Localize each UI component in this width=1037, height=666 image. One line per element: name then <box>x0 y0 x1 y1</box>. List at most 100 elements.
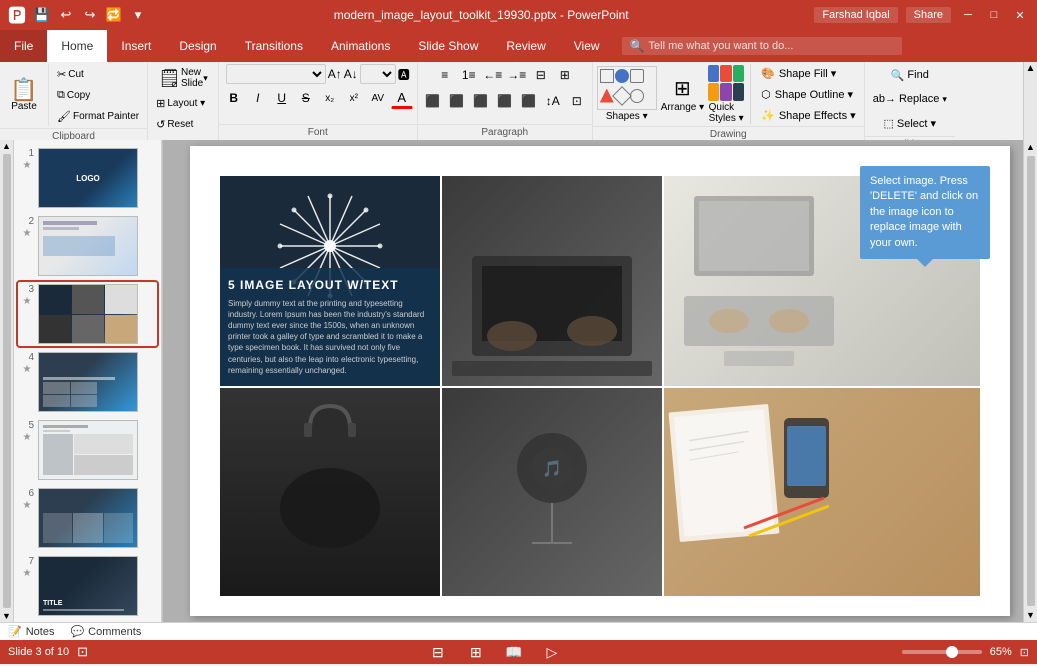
shape-fill-button[interactable]: 🎨 Shape Fill ▾ <box>757 65 860 82</box>
qat-dropdown[interactable]: ▾ <box>128 5 148 25</box>
shapes-panel[interactable] <box>597 66 657 110</box>
redo-btn[interactable]: ↪ <box>80 5 100 25</box>
font-size-select[interactable] <box>360 64 396 84</box>
paste-button[interactable]: 📋 Paste <box>4 76 44 115</box>
justify-btn[interactable]: ⬛ <box>494 90 516 112</box>
superscript-button[interactable]: x² <box>343 87 365 109</box>
slide-thumb-2[interactable]: 2 ★ <box>18 214 157 278</box>
slides-scrollbar[interactable]: ▲ ▼ <box>0 140 14 622</box>
slide-thumb-3[interactable]: 3 ★ <box>18 282 157 346</box>
shapes-label[interactable]: Shapes ▾ <box>606 111 648 122</box>
tab-slideshow[interactable]: Slide Show <box>404 30 492 62</box>
decrease-font-btn[interactable]: A↓ <box>344 67 358 81</box>
align-right-btn[interactable]: ⬛ <box>470 90 492 112</box>
canvas-scrollbar-v[interactable]: ▲ ▼ <box>1023 140 1037 622</box>
copy-button[interactable]: ⧉Copy <box>53 85 143 105</box>
slide-canvas[interactable]: Select image. Press 'DELETE' and click o… <box>190 146 1010 616</box>
font-family-select[interactable] <box>226 64 326 84</box>
cut-button[interactable]: ✂Cut <box>53 64 143 84</box>
grid-cell-laptop[interactable] <box>442 176 662 386</box>
repeat-btn[interactable]: 🔁 <box>104 5 124 25</box>
format-painter-button[interactable]: 🖌Format Painter <box>53 106 143 126</box>
tab-animations[interactable]: Animations <box>317 30 404 62</box>
scroll-thumb[interactable] <box>3 154 11 608</box>
reset-button[interactable]: ↺Reset <box>152 114 197 134</box>
italic-button[interactable]: I <box>247 87 269 109</box>
slide-thumb-5[interactable]: 5 ★ <box>18 418 157 482</box>
arrange-button[interactable]: ⊞ Arrange ▾ <box>661 76 704 113</box>
canvas-scroll-thumb[interactable] <box>1027 156 1035 606</box>
text-dir-btn[interactable]: ↕A <box>542 90 564 112</box>
replace-button[interactable]: ab→ Replace ▾ <box>869 88 951 110</box>
slide-image-1: LOGO <box>38 148 138 208</box>
tooltip: Select image. Press 'DELETE' and click o… <box>860 166 990 259</box>
font-color-button[interactable]: A <box>391 87 413 109</box>
normal-view-btn[interactable]: ⊟ <box>427 641 449 663</box>
bullet-list-btn[interactable]: ≡ <box>434 64 456 86</box>
increase-font-btn[interactable]: A↑ <box>328 67 342 81</box>
grid-cell-headphones[interactable]: 🎵 <box>442 388 662 596</box>
tab-review[interactable]: Review <box>492 30 559 62</box>
slide-thumb-1[interactable]: 1 ★ LOGO <box>18 146 157 210</box>
align-center-btn[interactable]: ⬛ <box>446 90 468 112</box>
scroll-bottom-btn[interactable]: ▼ <box>1 610 12 622</box>
increase-indent-btn[interactable]: →≡ <box>506 64 528 86</box>
tab-view[interactable]: View <box>560 30 614 62</box>
slide-sorter-btn[interactable]: ⊞ <box>465 641 487 663</box>
subscript-button[interactable]: x₂ <box>319 87 341 109</box>
tab-insert[interactable]: Insert <box>107 30 165 62</box>
scroll-up-btn[interactable]: ▲ <box>1024 62 1037 75</box>
user-name[interactable]: Farshad Iqbal <box>814 7 897 23</box>
ribbon-scrollbar[interactable]: ▲ <box>1023 62 1037 140</box>
comments-button[interactable]: 💬 Comments <box>70 625 141 638</box>
slide-thumb-7[interactable]: 7 ★ TITLE <box>18 554 157 618</box>
select-button[interactable]: ⬚ Select ▾ <box>879 112 940 134</box>
canvas-scroll-down[interactable]: ▼ <box>1024 608 1037 622</box>
headphones-svg: 🎵 <box>442 388 662 596</box>
col-layout-btn[interactable]: ⊟ <box>530 64 552 86</box>
zoom-thumb[interactable] <box>946 646 958 658</box>
tab-file[interactable]: File <box>0 30 47 62</box>
underline-button[interactable]: U <box>271 87 293 109</box>
zoom-slider[interactable] <box>902 650 982 654</box>
tab-transitions[interactable]: Transitions <box>231 30 317 62</box>
align-left-btn[interactable]: ⬛ <box>422 90 444 112</box>
numbered-list-btn[interactable]: 1≡ <box>458 64 480 86</box>
reading-view-btn[interactable]: 📖 <box>503 641 525 663</box>
minimize-btn[interactable]: ─ <box>959 6 977 24</box>
tab-design[interactable]: Design <box>165 30 230 62</box>
text-align-btn[interactable]: ⊡ <box>566 90 588 112</box>
shape-effects-button[interactable]: ✨ Shape Effects ▾ <box>757 107 860 124</box>
shape-outline-button[interactable]: ⬡ Shape Outline ▾ <box>757 86 860 103</box>
smart-art-btn[interactable]: ⊞ <box>554 64 576 86</box>
canvas-scroll-up[interactable]: ▲ <box>1024 140 1037 154</box>
char-spacing-button[interactable]: AV <box>367 87 389 109</box>
undo-btn[interactable]: ↩ <box>56 5 76 25</box>
save-btn[interactable]: 💾 <box>32 5 52 25</box>
slideshow-view-btn[interactable]: ▷ <box>541 641 563 663</box>
slide-image-3 <box>38 284 138 344</box>
clear-format-btn[interactable]: 🅰 <box>398 66 410 83</box>
slide-thumb-6[interactable]: 6 ★ <box>18 486 157 550</box>
find-button[interactable]: 🔍 Find <box>887 64 933 86</box>
grid-cell-person[interactable] <box>220 388 440 596</box>
col-btn[interactable]: ⬛ <box>518 90 540 112</box>
notes-button[interactable]: 📝 Notes <box>8 625 54 638</box>
grid-cell-firework[interactable]: 5 IMAGE LAYOUT W/TEXT Simply dummy text … <box>220 176 440 386</box>
grid-cell-desk[interactable] <box>664 388 980 596</box>
layout-button[interactable]: ⊞Layout ▾ <box>152 93 209 113</box>
bold-button[interactable]: B <box>223 87 245 109</box>
laptop-svg <box>442 176 662 386</box>
search-box[interactable]: 🔍 Tell me what you want to do... <box>622 37 902 55</box>
strikethrough-button[interactable]: S <box>295 87 317 109</box>
tab-home[interactable]: Home <box>47 30 107 62</box>
fit-slide-btn[interactable]: ⊡ <box>1020 646 1029 659</box>
decrease-indent-btn[interactable]: ←≡ <box>482 64 504 86</box>
quick-styles-button[interactable]: QuickStyles ▾ <box>708 65 744 124</box>
slide-thumb-4[interactable]: 4 ★ <box>18 350 157 414</box>
new-slide-button[interactable]: 🗒 NewSlide ▾ <box>152 64 214 92</box>
share-btn[interactable]: Share <box>906 7 951 23</box>
scroll-top-btn[interactable]: ▲ <box>1 140 12 152</box>
close-btn[interactable]: ✕ <box>1011 6 1029 24</box>
maximize-btn[interactable]: □ <box>985 6 1003 24</box>
